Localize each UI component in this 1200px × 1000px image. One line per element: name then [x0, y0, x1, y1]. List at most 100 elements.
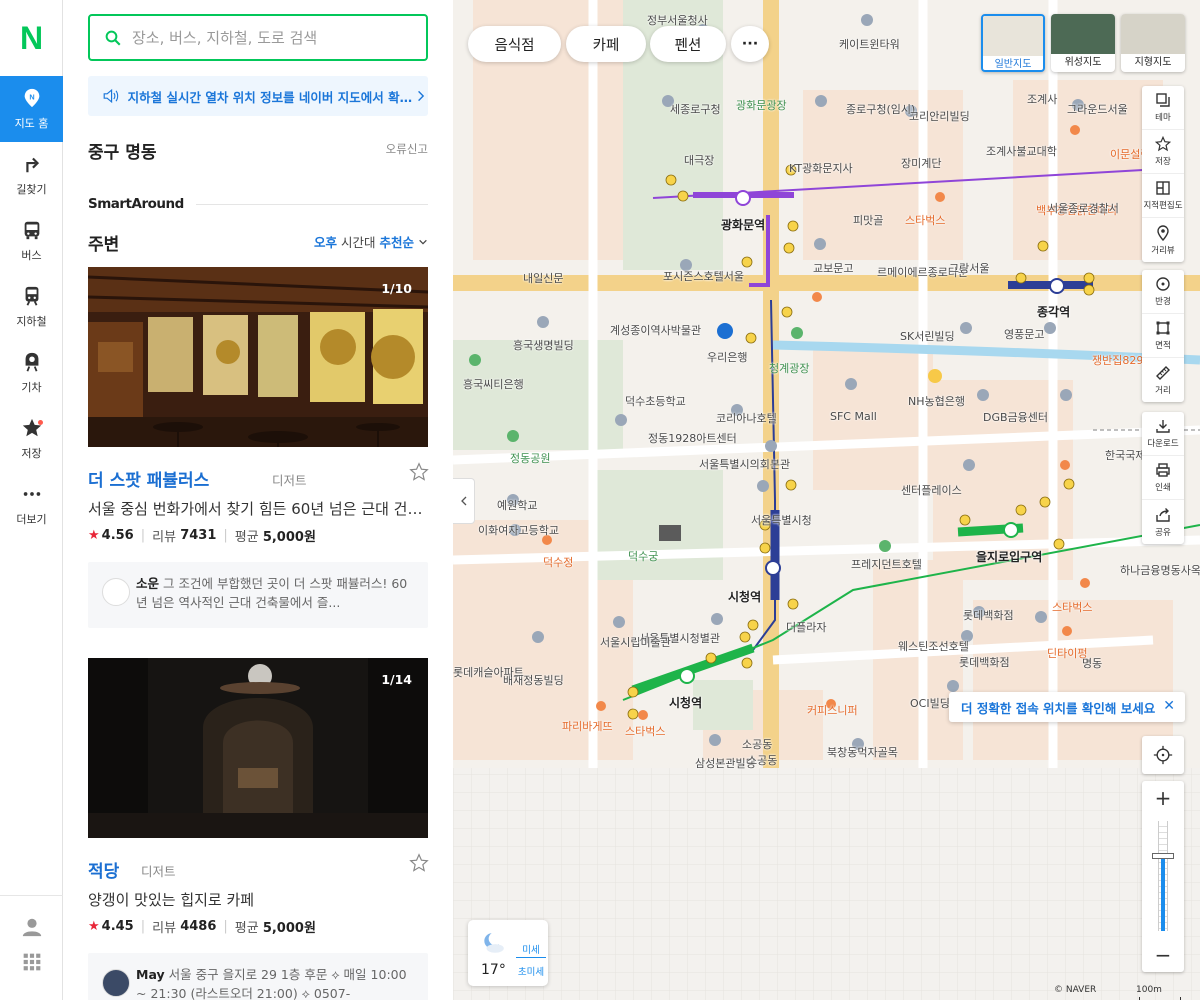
place-name[interactable]: 적당	[88, 857, 119, 882]
zoom-slider[interactable]	[1142, 815, 1184, 938]
map-label[interactable]: 소공동	[747, 752, 777, 768]
map-label[interactable]: 그랑서울	[949, 260, 989, 276]
map-label[interactable]: 우리은행	[707, 349, 747, 365]
map-label[interactable]: 정동1928아트센터	[648, 430, 737, 446]
map-label[interactable]: 광화문역	[721, 216, 765, 233]
map-label[interactable]: KT광화문지사	[789, 160, 853, 176]
nav-subway[interactable]: 지하철	[0, 274, 63, 340]
map-label[interactable]: 조계사불교대학	[986, 143, 1057, 159]
map-label[interactable]: 피맛골	[853, 212, 883, 228]
map-label[interactable]: 롯데백화점	[963, 607, 1014, 623]
search-box[interactable]	[88, 14, 428, 61]
filter-pension[interactable]: 펜션	[650, 26, 726, 62]
tool-cadastral[interactable]: 지적편집도	[1142, 174, 1184, 218]
apps-grid-icon[interactable]	[22, 952, 42, 972]
time-filter-dropdown[interactable]: 오후 시간대 추천순	[314, 232, 428, 251]
map-label[interactable]: 종각역	[1037, 303, 1070, 320]
map-label[interactable]: 장미계단	[901, 155, 941, 171]
tool-area[interactable]: 면적	[1142, 314, 1184, 358]
zoom-in-button[interactable]: +	[1142, 781, 1184, 815]
map-label[interactable]: 대극장	[684, 152, 714, 168]
close-icon[interactable]: ✕	[1163, 698, 1175, 714]
blog-review-snippet[interactable]: 소운 그 조건에 부합했던 곳이 더 스팟 패뷸러스! 60년 넘은 역사적인 …	[88, 562, 428, 628]
map-label[interactable]: 예원학교	[497, 497, 537, 513]
nav-map-home[interactable]: N 지도 홈	[0, 76, 63, 142]
subway-notice-banner[interactable]: 지하철 실시간 열차 위치 정보를 네이버 지도에서 확인하세요	[88, 76, 428, 116]
map-label[interactable]: 세종로구청	[670, 101, 721, 117]
map-label[interactable]: 정동공원	[510, 450, 550, 466]
zoom-handle[interactable]	[1152, 853, 1174, 859]
map-type-normal[interactable]: 일반지도	[981, 14, 1045, 72]
nav-saved[interactable]: 저장	[0, 406, 63, 472]
map-label[interactable]: 그라운드서울	[1067, 101, 1128, 117]
tool-streetview[interactable]: 거리뷰	[1142, 218, 1184, 262]
bookmark-star-icon[interactable]	[409, 462, 429, 482]
map-label[interactable]: SFC Mall	[830, 410, 877, 423]
naver-logo[interactable]: N	[0, 0, 63, 76]
map-label[interactable]: 종로구청(임시)	[846, 101, 915, 117]
map-label[interactable]: 스타벅스	[1052, 599, 1092, 615]
place-photo[interactable]: 1/10	[88, 267, 428, 447]
map-label[interactable]: 스타벅스	[625, 723, 665, 739]
map-label[interactable]: 코리아나호텔	[716, 410, 777, 426]
map-label[interactable]: 흥국생명빌딩	[513, 337, 574, 353]
map-label[interactable]: DGB금융센터	[983, 409, 1048, 425]
map-label[interactable]: 청계광장	[769, 360, 809, 376]
map-label[interactable]: 센터플레이스	[901, 482, 962, 498]
tool-share[interactable]: 공유	[1142, 500, 1184, 544]
map-type-terrain[interactable]: 지형지도	[1121, 14, 1185, 72]
nav-more[interactable]: 더보기	[0, 472, 63, 538]
map-label[interactable]: SK서린빌딩	[900, 328, 955, 344]
blog-review-snippet[interactable]: May 서울 중구 을지로 29 1층 후문 ⟡ 매일 10:00 ~ 21:3…	[88, 953, 428, 1000]
map-label[interactable]: 프레지던트호텔	[851, 556, 922, 572]
tool-radius[interactable]: 반경	[1142, 270, 1184, 314]
map-label[interactable]: 덕수정	[543, 554, 573, 570]
collapse-panel-button[interactable]	[453, 478, 475, 524]
map-label[interactable]: 영풍문고	[1004, 326, 1044, 342]
map-label[interactable]: 롯데백화점	[959, 654, 1010, 670]
place-photo[interactable]: 1/14	[88, 658, 428, 838]
filter-more-button[interactable]: ···	[731, 26, 769, 62]
search-input[interactable]	[132, 28, 402, 47]
nav-directions[interactable]: 길찾기	[0, 142, 63, 208]
map-label[interactable]: 시청역	[669, 694, 702, 711]
map-label[interactable]: 북창동먹자골목	[827, 744, 898, 760]
tool-save[interactable]: 저장	[1142, 130, 1184, 174]
map-label[interactable]: 조계사	[1027, 91, 1057, 107]
map-label[interactable]: 명동	[1082, 655, 1102, 671]
nav-bus[interactable]: 버스	[0, 208, 63, 274]
my-location-button[interactable]	[1142, 736, 1184, 774]
place-name[interactable]: 더 스팟 패뷸러스	[88, 466, 209, 491]
zoom-out-button[interactable]: −	[1142, 938, 1184, 972]
tool-print[interactable]: 인쇄	[1142, 456, 1184, 500]
map-label[interactable]: 웨스틴조선호텔	[898, 638, 969, 654]
map-label[interactable]: 스타벅스	[905, 212, 945, 228]
map-type-satellite[interactable]: 위성지도	[1051, 14, 1115, 72]
filter-cafe[interactable]: 카페	[566, 26, 646, 62]
user-icon[interactable]	[21, 916, 43, 938]
map-label[interactable]: 더플라자	[786, 619, 826, 635]
map-label[interactable]: 교보문고	[813, 260, 853, 276]
map-label[interactable]: 덕수궁	[628, 548, 658, 564]
map-label[interactable]: 서울시립미술관	[600, 634, 671, 650]
map-label[interactable]: 포시즌스호텔서울	[663, 268, 744, 284]
nav-train[interactable]: 기차	[0, 340, 63, 406]
map-label[interactable]: 서울특별시청	[751, 512, 812, 528]
map-label[interactable]: 을지로입구역	[976, 548, 1042, 565]
map-label[interactable]: 내일신문	[523, 270, 563, 286]
weather-widget[interactable]: 17° 미세 초미세	[468, 920, 548, 986]
map-label[interactable]: 이화여자고등학교	[478, 522, 559, 538]
map-label[interactable]: 계성종이역사박물관	[610, 322, 701, 338]
map-label[interactable]: 서울종로경찰서	[1048, 200, 1119, 216]
map-label[interactable]: 서울특별시의회본관	[699, 456, 790, 472]
bookmark-star-icon[interactable]	[409, 853, 429, 873]
map-label[interactable]: NH농협은행	[908, 393, 965, 409]
map-label[interactable]: 소공동	[742, 736, 772, 752]
map-label[interactable]: OCI빌딩	[910, 695, 950, 711]
map-label[interactable]: 롯데캐슬아파트	[453, 664, 524, 680]
map-label[interactable]: 광화문광장	[736, 97, 787, 113]
map-label[interactable]: 케이트윈타워	[839, 36, 900, 52]
tool-download[interactable]: 다운로드	[1142, 412, 1184, 456]
map-label[interactable]: 커피스니퍼	[807, 702, 858, 718]
map-label[interactable]: 덕수초등학교	[625, 393, 686, 409]
